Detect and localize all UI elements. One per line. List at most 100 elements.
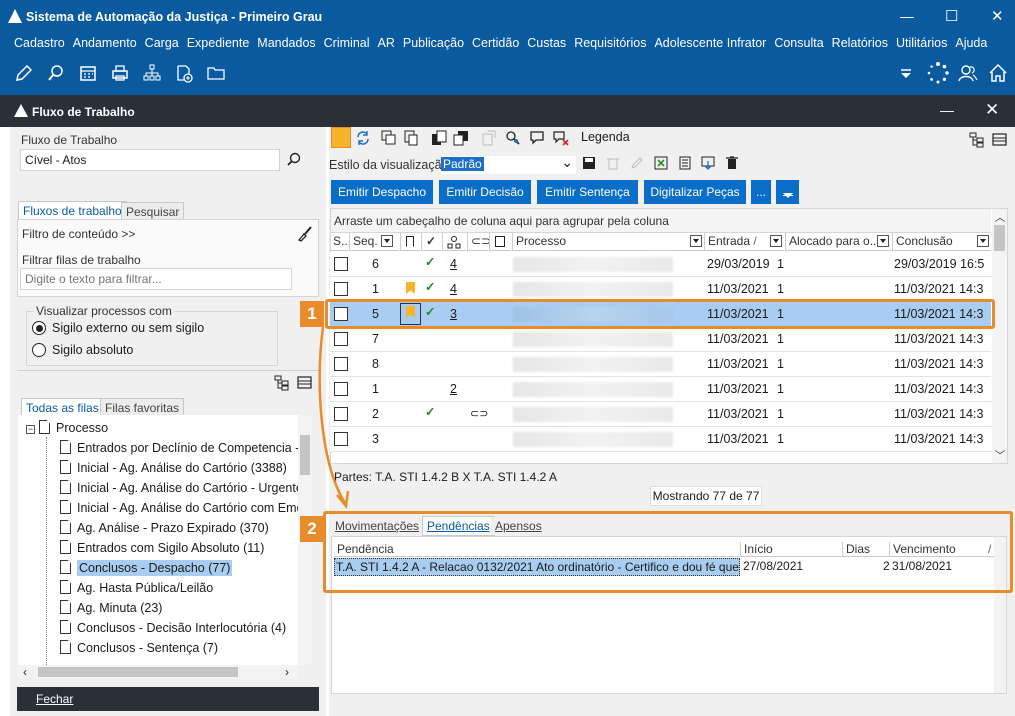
- legend-label[interactable]: Legenda: [581, 130, 630, 144]
- tree-item[interactable]: Inicial - Ag. Análise do Cartório (3388): [60, 458, 287, 478]
- col-link[interactable]: ⊂⊃: [467, 233, 491, 251]
- link-icon[interactable]: ⊂⊃: [470, 402, 488, 427]
- tree-root[interactable]: − Processo: [26, 418, 108, 438]
- tree-item[interactable]: Inicial - Ag. Análise do Cartório com Em…: [60, 498, 298, 518]
- close-button[interactable]: ✕: [991, 7, 1004, 25]
- brush-icon[interactable]: [297, 226, 313, 242]
- copy-alt-icon[interactable]: [403, 130, 419, 146]
- row-link[interactable]: 2: [450, 377, 457, 402]
- row-link[interactable]: 4: [450, 252, 457, 277]
- filter-queues-input[interactable]: [20, 268, 292, 290]
- maximize-button[interactable]: ☐: [945, 7, 958, 25]
- tree-item[interactable]: Entrados com Sigilo Absoluto (11): [60, 538, 264, 558]
- col-check[interactable]: ✓: [421, 233, 441, 251]
- edit-icon[interactable]: [14, 63, 34, 83]
- col-entry[interactable]: Entrada /: [704, 233, 784, 251]
- process-number-redacted[interactable]: [513, 332, 673, 347]
- more-actions-button[interactable]: ...: [751, 180, 771, 204]
- document-list-icon[interactable]: [678, 156, 692, 170]
- search-icon[interactable]: [287, 152, 301, 166]
- tree-item[interactable]: Conclusos - Decisão Interlocutória (4): [60, 618, 286, 638]
- workflow-close-button[interactable]: ✕: [985, 100, 999, 120]
- scroll-right-icon[interactable]: ›: [285, 665, 289, 679]
- tree-structure-icon[interactable]: [274, 375, 290, 391]
- menu-item-1[interactable]: Andamento: [69, 33, 141, 55]
- menu-item-8[interactable]: Certidão: [468, 33, 523, 55]
- col-group[interactable]: [442, 233, 466, 251]
- search-user-icon[interactable]: [505, 130, 521, 146]
- filter-dropdown-button[interactable]: [776, 180, 799, 204]
- tree-hscroll-thumb[interactable]: [38, 667, 238, 677]
- table-row[interactable]: 8 11/03/2021 1 11/03/2021 14:3: [330, 352, 991, 377]
- folder-icon[interactable]: [206, 63, 226, 83]
- row-checkbox[interactable]: [334, 282, 348, 296]
- col-conclusion[interactable]: Conclusão: [892, 233, 991, 251]
- printer-icon[interactable]: [110, 63, 130, 83]
- col-seq-filter-icon[interactable]: [381, 235, 394, 247]
- process-number-redacted[interactable]: [513, 282, 673, 297]
- tree-structure-right-icon[interactable]: [969, 132, 985, 148]
- col-process[interactable]: Processo: [512, 233, 704, 251]
- scroll-up-icon[interactable]: ︿: [995, 209, 1005, 224]
- refresh-icon[interactable]: [355, 130, 371, 146]
- col-copy[interactable]: [489, 233, 511, 251]
- minimize-button[interactable]: —: [900, 8, 914, 24]
- tree-vscroll-thumb[interactable]: [300, 435, 310, 475]
- row-checkbox[interactable]: [334, 257, 348, 271]
- menu-item-12[interactable]: Consulta: [770, 33, 827, 55]
- table-row[interactable]: 7 11/03/2021 1 11/03/2021 14:3: [330, 327, 991, 352]
- tree-item[interactable]: Entrados por Declínio de Competencia - T: [60, 438, 298, 458]
- hierarchy-icon[interactable]: [142, 63, 162, 83]
- search-doc-icon[interactable]: [46, 63, 66, 83]
- menu-item-10[interactable]: Requisitórios: [570, 33, 650, 55]
- save-style-icon[interactable]: [582, 156, 596, 170]
- save-copy-icon[interactable]: [431, 130, 447, 146]
- save-disk-icon[interactable]: [453, 130, 469, 146]
- chevron-down-icon[interactable]: ⌄: [561, 154, 573, 171]
- menu-item-15[interactable]: Ajuda: [951, 33, 991, 55]
- home-icon[interactable]: [988, 63, 1008, 83]
- calendar-icon[interactable]: [78, 63, 98, 83]
- dropdown-menu-icon[interactable]: [896, 63, 916, 83]
- col-seq[interactable]: Seq.: [349, 233, 399, 251]
- process-number-redacted[interactable]: [513, 382, 673, 397]
- export-icon[interactable]: [654, 156, 668, 170]
- tab-workflows[interactable]: Fluxos de trabalho: [18, 201, 127, 221]
- copy-icon[interactable]: [381, 130, 397, 146]
- tree-item[interactable]: Conclusos - Despacho (77): [60, 558, 233, 578]
- col-bookmark[interactable]: [400, 233, 420, 251]
- scroll-left-icon[interactable]: ‹: [23, 665, 27, 679]
- view-style-select[interactable]: Padrão ⌄: [441, 154, 576, 174]
- menu-item-13[interactable]: Relatórios: [828, 33, 892, 55]
- col-s[interactable]: S...: [331, 233, 351, 251]
- layout-icon[interactable]: [297, 376, 313, 390]
- trash-icon[interactable]: [725, 156, 739, 170]
- emit-order-button[interactable]: Emitir Despacho: [331, 180, 433, 204]
- col-allocated-filter-icon[interactable]: [877, 235, 889, 247]
- comment-remove-icon[interactable]: [553, 130, 569, 146]
- menu-item-9[interactable]: Custas: [523, 33, 570, 55]
- menu-item-5[interactable]: Criminal: [320, 33, 374, 55]
- table-row[interactable]: 1 2 11/03/2021 1 11/03/2021 14:3: [330, 377, 991, 402]
- menu-item-4[interactable]: Mandados: [253, 33, 319, 55]
- table-row[interactable]: 2 ✓ ⊂⊃ 11/03/2021 1 11/03/2021 14:3: [330, 402, 991, 427]
- close-workflow-button[interactable]: Fechar: [36, 692, 73, 706]
- tree-item[interactable]: Conclusos - Sentença (7): [60, 638, 218, 658]
- col-allocated[interactable]: Alocado para o...: [785, 233, 891, 251]
- process-number-redacted[interactable]: [513, 432, 673, 447]
- menu-item-7[interactable]: Publicação: [399, 33, 468, 55]
- process-number-redacted[interactable]: [513, 257, 673, 272]
- radio-absolute-secrecy[interactable]: [32, 343, 46, 357]
- menu-item-11[interactable]: Adolescente Infrator: [650, 33, 770, 55]
- tree-item[interactable]: Ag. Análise - Prazo Expirado (370): [60, 518, 269, 538]
- tree-item[interactable]: Inicial - Ag. Análise do Cartório - Urge…: [60, 478, 298, 498]
- grid-vscroll-thumb[interactable]: [994, 225, 1005, 251]
- menu-item-14[interactable]: Utilitários: [892, 33, 951, 55]
- add-document-icon[interactable]: [174, 63, 194, 83]
- workflow-select[interactable]: Cível - Atos: [20, 149, 280, 171]
- process-number-redacted[interactable]: [513, 407, 673, 422]
- layout-right-icon[interactable]: [992, 133, 1008, 147]
- menu-item-3[interactable]: Expediente: [183, 33, 254, 55]
- emit-sentence-button[interactable]: Emitir Sentença: [537, 180, 638, 204]
- col-entry-filter-icon[interactable]: [770, 235, 782, 247]
